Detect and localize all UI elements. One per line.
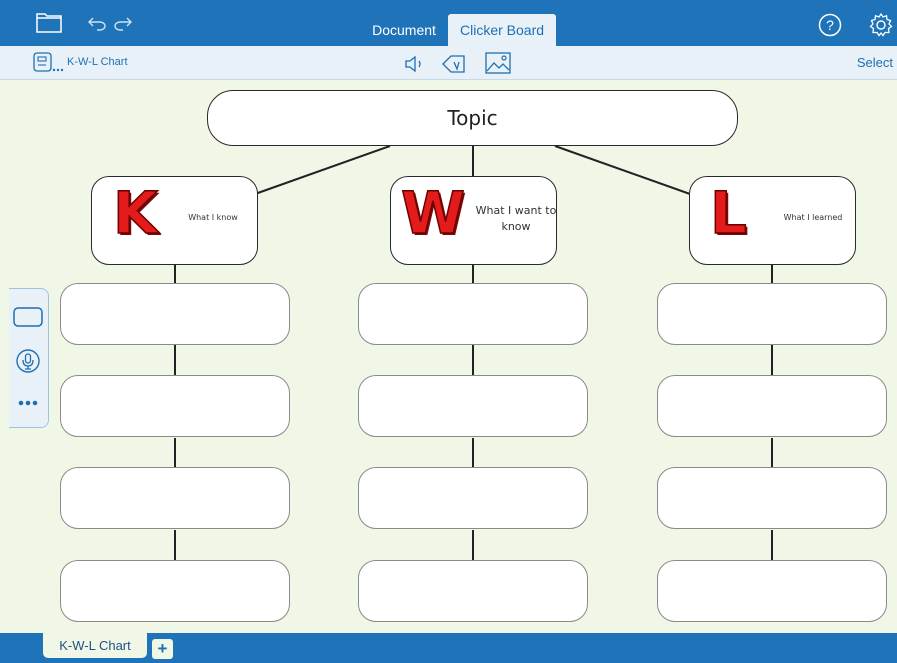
w-cell-3[interactable] (358, 467, 588, 529)
svg-text:?: ? (826, 17, 834, 33)
topic-box[interactable]: Topic (207, 90, 738, 146)
microphone-icon[interactable] (14, 347, 42, 375)
board-icon[interactable] (33, 51, 63, 75)
l-cell-3[interactable] (657, 467, 887, 529)
top-bar: Document Clicker Board ? (0, 0, 897, 46)
l-cell-4[interactable] (657, 560, 887, 622)
settings-icon[interactable] (868, 12, 894, 38)
redo-icon[interactable] (114, 14, 132, 32)
header-box-k[interactable]: K What I know (91, 176, 258, 265)
label-what-i-want-to-know: What I want to know (475, 204, 557, 233)
label-what-i-learned: What I learned (783, 213, 843, 222)
document-toolbar: K-W-L Chart Select (0, 46, 897, 80)
header-box-w[interactable]: W What I want to know (390, 176, 557, 265)
tab-clicker-board[interactable]: Clicker Board (448, 14, 556, 46)
cell-icon[interactable] (11, 305, 45, 329)
w-cell-1[interactable] (358, 283, 588, 345)
tab-document[interactable]: Document (366, 14, 442, 46)
topic-label: Topic (447, 106, 498, 130)
k-cell-2[interactable] (60, 375, 290, 437)
letter-k: K (112, 178, 158, 248)
speaker-icon[interactable] (403, 54, 427, 74)
more-icon[interactable] (14, 395, 42, 411)
undo-icon[interactable] (88, 14, 106, 32)
folder-icon[interactable] (35, 9, 63, 35)
k-cell-1[interactable] (60, 283, 290, 345)
label-what-i-know: What I know (188, 213, 238, 222)
l-cell-1[interactable] (657, 283, 887, 345)
tab-document-label: Document (372, 22, 436, 38)
tab-clicker-board-label: Clicker Board (459, 22, 545, 38)
page-tab-label: K-W-L Chart (59, 638, 131, 653)
k-cell-3[interactable] (60, 467, 290, 529)
w-cell-2[interactable] (358, 375, 588, 437)
picture-icon[interactable] (484, 51, 512, 75)
page-tab-kwl-chart[interactable]: K-W-L Chart (43, 633, 147, 658)
header-box-l[interactable]: L What I learned (689, 176, 856, 265)
help-icon[interactable]: ? (818, 13, 842, 37)
l-cell-2[interactable] (657, 375, 887, 437)
letter-l: L (709, 178, 747, 248)
document-title: K-W-L Chart (67, 56, 128, 68)
add-page-button[interactable]: + (152, 639, 173, 659)
k-cell-4[interactable] (60, 560, 290, 622)
kwl-board: Topic K What I know W What I want to kno… (0, 81, 897, 633)
letter-w: W (400, 178, 465, 248)
select-button[interactable]: Select (857, 55, 893, 70)
cell-edit-icon[interactable] (441, 52, 467, 76)
side-panel (9, 288, 49, 428)
w-cell-4[interactable] (358, 560, 588, 622)
connector-lines (174, 145, 773, 560)
